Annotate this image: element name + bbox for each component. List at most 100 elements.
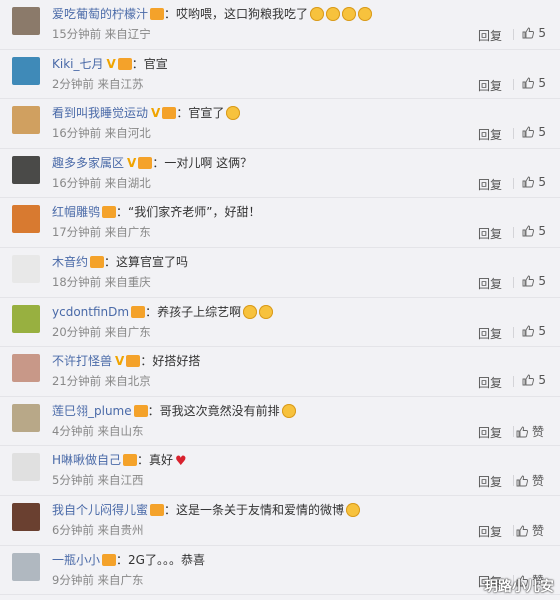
comment-row: 木音约 ：这算官宣了吗 18分钟前 来自重庆 回复 5 xyxy=(0,248,560,298)
avatar[interactable] xyxy=(12,502,40,531)
like-button[interactable]: 5 xyxy=(522,373,546,387)
comment-meta: 15分钟前 来自辽宁 xyxy=(52,27,151,41)
reply-button[interactable]: 回复 xyxy=(478,424,502,441)
divider xyxy=(513,177,514,189)
like-count: 5 xyxy=(538,273,546,288)
like-button[interactable]: 赞 xyxy=(516,472,544,489)
emoji-icon xyxy=(342,7,357,21)
like-button[interactable]: 5 xyxy=(522,26,546,40)
username-link[interactable]: 一瓶小小 xyxy=(52,553,100,567)
divider xyxy=(513,425,514,437)
reply-button[interactable]: 回复 xyxy=(478,473,502,490)
divider xyxy=(513,29,514,40)
comment-text: ：养孩子上综艺啊 xyxy=(145,304,242,319)
emoji-icon xyxy=(259,304,274,319)
comment-meta: 16分钟前 来自湖北 xyxy=(52,176,151,190)
verified-icon: V xyxy=(106,56,116,71)
like-count: 赞 xyxy=(531,474,544,489)
comment-text: ：官宣 xyxy=(131,56,168,71)
like-button[interactable]: 5 xyxy=(522,76,546,90)
username-link[interactable]: 木音约 xyxy=(52,255,88,269)
comment-row: 一瓶小小 ：2G了。。。恭喜 9分钟前 来自广东 回复赞 xyxy=(0,546,560,596)
comment-text: ：“我们家齐老师”，好甜！ xyxy=(116,205,261,220)
location: 来自北京 xyxy=(104,374,151,389)
username-link[interactable]: ycdontfinDm xyxy=(52,305,129,319)
emoji-icon xyxy=(310,7,325,21)
comment-text: ：2G了。。。恭喜 xyxy=(116,552,205,567)
reply-button[interactable]: 回复 xyxy=(478,225,502,242)
location: 来自辽宁 xyxy=(104,27,151,41)
like-count: 5 xyxy=(538,323,546,338)
reply-button[interactable]: 回复 xyxy=(478,77,502,94)
divider xyxy=(513,128,514,140)
thumbs-up-icon xyxy=(522,325,535,337)
reply-button[interactable]: 回复 xyxy=(478,126,502,143)
thumbs-up-icon xyxy=(522,176,535,188)
emoji-icon xyxy=(326,7,341,21)
reply-button[interactable]: 回复 xyxy=(478,275,502,292)
thumbs-up-icon xyxy=(516,475,528,487)
like-count: 5 xyxy=(538,224,546,239)
avatar[interactable] xyxy=(12,403,40,432)
location: 来自江西 xyxy=(97,473,144,488)
avatar[interactable] xyxy=(12,354,40,383)
username-link[interactable]: H啉啾做自己 xyxy=(52,453,121,467)
reply-button[interactable]: 回复 xyxy=(478,176,502,193)
username-link[interactable]: 趣多多家属区 xyxy=(52,156,124,170)
divider xyxy=(513,524,514,536)
username-link[interactable]: Kiki_七月 xyxy=(52,57,104,71)
avatar[interactable] xyxy=(12,254,40,283)
like-button[interactable]: 5 xyxy=(522,324,546,338)
comment-line: 爱吃葡萄的柠檬汁 ：哎哟喂，这口狗粮我吃了 xyxy=(52,6,470,22)
username-link[interactable]: 我自个儿闷得儿蜜 xyxy=(52,503,148,517)
timestamp: 21分钟前 xyxy=(52,374,102,389)
username-link[interactable]: 不许打怪兽 xyxy=(52,354,112,368)
level-badge-icon xyxy=(133,404,148,417)
emoji-icon xyxy=(226,106,241,121)
like-count: 5 xyxy=(538,373,546,388)
emoji-icon xyxy=(346,502,361,517)
like-button[interactable]: 赞 xyxy=(516,522,544,539)
like-button[interactable]: 5 xyxy=(522,125,546,139)
reply-button[interactable]: 回复 xyxy=(478,325,502,342)
comment-line: 莲巳翎_plume ：哥我这次竟然没有前排 xyxy=(52,403,470,419)
emoji-icon xyxy=(281,403,296,418)
thumbs-up-icon xyxy=(522,77,535,89)
level-badge-icon xyxy=(150,503,165,516)
username-link[interactable]: 红帽雕鸮 xyxy=(52,205,100,219)
avatar[interactable] xyxy=(12,106,40,135)
avatar[interactable] xyxy=(12,453,40,482)
avatar[interactable] xyxy=(12,304,40,333)
avatar[interactable] xyxy=(12,552,40,581)
like-button[interactable]: 赞 xyxy=(516,423,544,440)
thumbs-up-icon xyxy=(522,126,535,138)
comment-meta: 20分钟前 来自广东 xyxy=(52,325,151,339)
reply-button[interactable]: 回复 xyxy=(478,27,502,44)
like-button[interactable]: 5 xyxy=(522,274,546,288)
timestamp: 17分钟前 xyxy=(52,225,102,240)
comment-text: ：哥我这次竟然没有前排 xyxy=(147,403,280,418)
comment-row: 趣多多家属区 V ：一对儿啊 这俩？ 16分钟前 来自湖北 回复 5 xyxy=(0,149,560,199)
comment-text: ：这是一条关于友情和爱情的微博 xyxy=(164,502,345,517)
avatar[interactable] xyxy=(12,155,40,184)
like-count: 5 xyxy=(538,125,546,140)
timestamp: 6分钟前 xyxy=(52,522,94,537)
username-link[interactable]: 看到叫我睡觉运动 xyxy=(52,106,148,120)
avatar[interactable] xyxy=(12,56,40,85)
username-link[interactable]: 爱吃葡萄的柠檬汁 xyxy=(52,7,148,21)
comment-row: ycdontfinDm ：养孩子上综艺啊 20分钟前 来自广东 回复 5 xyxy=(0,298,560,348)
avatar[interactable] xyxy=(12,205,40,234)
comment-row: 不许打怪兽 V ：好搭好搭 21分钟前 来自北京 回复 5 xyxy=(0,347,560,397)
thumbs-up-icon xyxy=(516,525,528,537)
reply-button[interactable]: 回复 xyxy=(478,523,502,540)
avatar[interactable] xyxy=(12,7,40,35)
timestamp: 15分钟前 xyxy=(52,27,102,41)
thumbs-up-icon xyxy=(522,275,535,287)
reply-button[interactable]: 回复 xyxy=(478,374,502,391)
username-link[interactable]: 莲巳翎_plume xyxy=(52,404,132,418)
comment-row: 看到叫我睡觉运动 V ：官宣了 16分钟前 来自河北 回复 5 xyxy=(0,99,560,149)
timestamp: 16分钟前 xyxy=(52,175,102,190)
like-button[interactable]: 5 xyxy=(522,224,546,238)
location: 来自河北 xyxy=(104,126,151,141)
like-button[interactable]: 5 xyxy=(522,175,546,189)
